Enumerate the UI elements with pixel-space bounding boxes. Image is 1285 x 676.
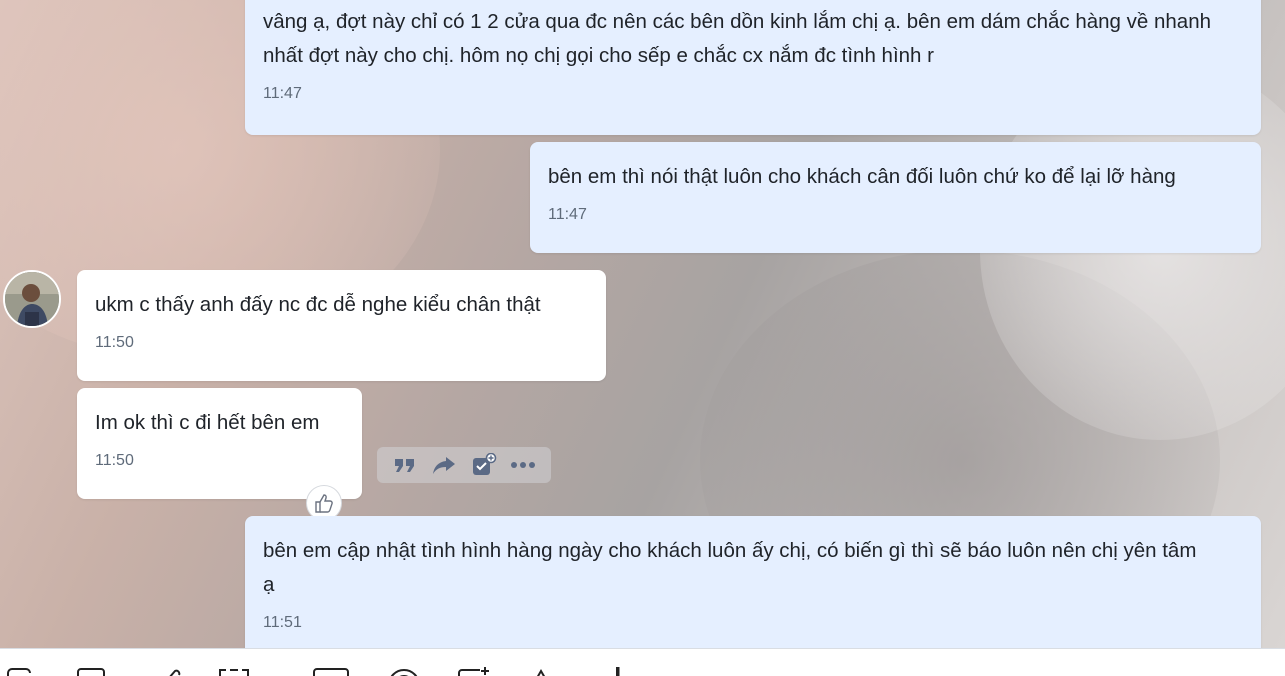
forward-icon[interactable]	[430, 451, 458, 479]
message-time: 11:50	[95, 334, 134, 351]
message-time: 11:47	[548, 206, 587, 223]
message-time: 11:51	[263, 614, 302, 631]
message-action-bar	[377, 447, 551, 483]
message-text: bên em cập nhật tình hình hàng ngày cho …	[263, 539, 1197, 596]
create-task-icon[interactable]	[470, 451, 498, 479]
message-text: ukm c thấy anh đấy nc đc dễ nghe kiểu ch…	[95, 293, 541, 316]
mention-icon[interactable]	[385, 667, 423, 676]
message-text: bên em thì nói thật luôn cho khách cân đ…	[548, 165, 1176, 188]
message-bubble-outgoing[interactable]: bên em thì nói thật luôn cho khách cân đ…	[530, 142, 1261, 253]
message-bubble-outgoing[interactable]: vâng ạ, đợt này chỉ có 1 2 cửa qua đc nê…	[245, 0, 1261, 135]
message-time: 11:50	[95, 452, 134, 469]
quote-icon[interactable]	[391, 451, 419, 479]
composer-toolbar	[0, 648, 1285, 676]
more-icon[interactable]	[509, 451, 537, 479]
image-icon[interactable]	[76, 667, 106, 676]
message-bubble-incoming[interactable]: ukm c thấy anh đấy nc đc dễ nghe kiểu ch…	[77, 270, 606, 381]
sticker-icon[interactable]	[6, 667, 36, 676]
message-time: 11:47	[263, 85, 302, 102]
message-text: Im ok thì c đi hết bên em	[95, 411, 320, 434]
message-text: vâng ạ, đợt này chỉ có 1 2 cửa qua đc nê…	[263, 10, 1211, 67]
message-bubble-incoming[interactable]: Im ok thì c đi hết bên em 11:50	[77, 388, 362, 499]
message-bubble-outgoing[interactable]: bên em cập nhật tình hình hàng ngày cho …	[245, 516, 1261, 666]
avatar-photo-icon	[5, 272, 59, 326]
more-options-icon[interactable]	[612, 667, 624, 676]
reminder-icon[interactable]	[457, 667, 495, 676]
screenshot-icon[interactable]	[218, 667, 250, 676]
thumbs-up-icon	[315, 494, 333, 513]
contact-avatar[interactable]	[3, 270, 61, 328]
business-card-icon[interactable]	[312, 667, 350, 676]
text-format-icon[interactable]	[527, 667, 555, 676]
attach-icon[interactable]	[155, 667, 185, 676]
